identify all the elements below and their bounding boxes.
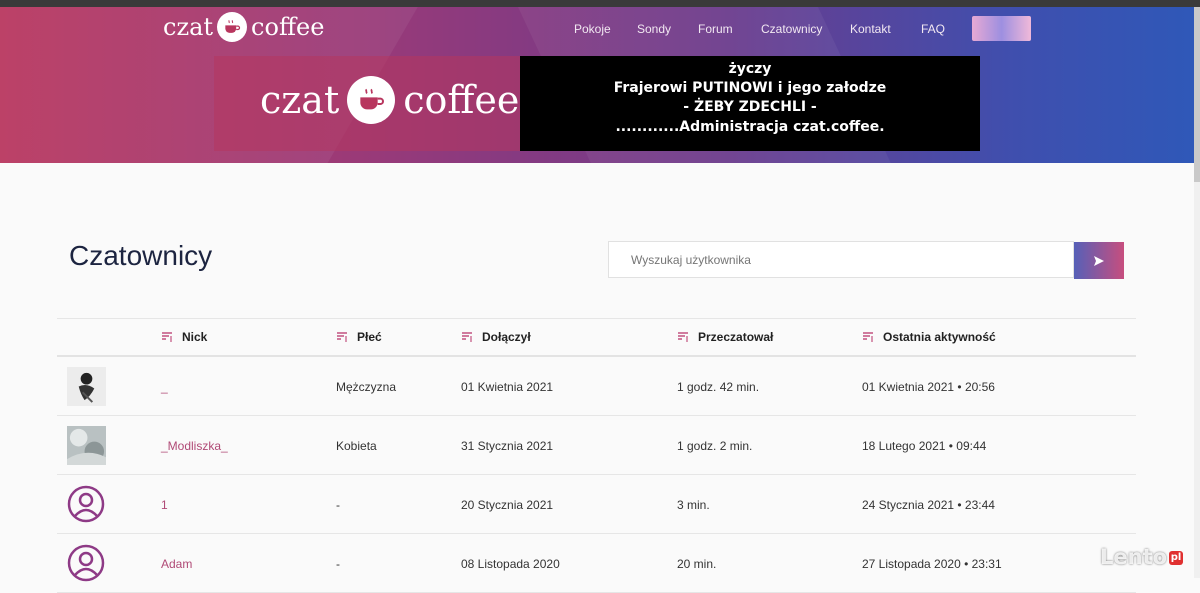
table-row: 1 - 20 Stycznia 2021 3 min. 24 Stycznia …: [57, 475, 1136, 534]
sort-icon: [678, 332, 688, 342]
users-table: Nick Płeć Dołączył Przeczatował Ostatnia…: [57, 318, 1136, 593]
user-joined: 01 Kwietnia 2021: [461, 380, 554, 394]
search-button[interactable]: [1074, 242, 1124, 279]
banner-logo-text-left: czat: [260, 78, 340, 122]
column-label: Przeczatował: [698, 330, 774, 344]
lento-watermark: Lento pl: [1100, 545, 1184, 569]
user-nick-link[interactable]: Adam: [161, 557, 192, 571]
watermark-text: Lento: [1100, 545, 1168, 569]
scrollbar-thumb[interactable]: [1194, 7, 1200, 182]
nav-item-sondy[interactable]: Sondy: [637, 22, 671, 36]
column-label: Dołączył: [482, 330, 531, 344]
user-last-active: 27 Listopada 2020 • 23:31: [862, 557, 1002, 571]
coffee-cup-icon: [347, 76, 396, 124]
column-header-last-active[interactable]: Ostatnia aktywność: [862, 330, 996, 344]
column-label: Nick: [182, 330, 208, 344]
top-strip: [0, 0, 1200, 7]
user-last-active: 18 Lutego 2021 • 09:44: [862, 439, 987, 453]
user-joined: 31 Stycznia 2021: [461, 439, 554, 453]
nav-item-pokoje[interactable]: Pokoje: [574, 22, 611, 36]
user-chat-time: 1 godz. 2 min.: [677, 439, 753, 453]
sort-icon: [462, 332, 472, 342]
user-chat-time: 1 godz. 42 min.: [677, 380, 760, 394]
user-gender: Mężczyzna: [336, 380, 397, 394]
sort-icon: [863, 332, 873, 342]
nav-item-faq[interactable]: FAQ: [921, 22, 945, 36]
table-row: _ Mężczyzna 01 Kwietnia 2021 1 godz. 42 …: [57, 357, 1136, 416]
table-row: Adam - 08 Listopada 2020 20 min. 27 List…: [57, 534, 1136, 593]
banner-message: życzy Frajerowi PUTINOWI i jego załodze …: [520, 56, 980, 151]
sort-icon: [337, 332, 347, 342]
banner-line: Frajerowi PUTINOWI i jego załodze: [613, 80, 887, 96]
sort-icon: [162, 332, 172, 342]
column-header-gender[interactable]: Płeć: [336, 330, 382, 344]
search-input[interactable]: [609, 242, 1073, 277]
banner-logo-text-right: coffee: [403, 78, 520, 122]
column-label: Płeć: [357, 330, 382, 344]
user-nick-link[interactable]: _: [161, 380, 168, 394]
banner-line: ............Administracja czat.coffee.: [615, 119, 885, 135]
send-arrow-icon: [1094, 255, 1104, 266]
user-nick-link[interactable]: 1: [161, 498, 168, 512]
column-header-chat-time[interactable]: Przeczatował: [677, 330, 773, 344]
user-joined: 08 Listopada 2020: [461, 557, 560, 571]
column-header-joined[interactable]: Dołączył: [461, 330, 531, 344]
user-joined: 20 Stycznia 2021: [461, 498, 554, 512]
column-label: Ostatnia aktywność: [883, 330, 996, 344]
page-scrollbar[interactable]: [1194, 7, 1200, 578]
watermark-badge: pl: [1169, 551, 1184, 565]
user-gender: -: [336, 498, 340, 512]
user-chat-time: 3 min.: [677, 498, 710, 512]
user-avatar-photo[interactable]: [67, 426, 106, 465]
table-row: _Modliszka_ Kobieta 31 Stycznia 2021 1 g…: [57, 416, 1136, 475]
banner-logo: czat coffee: [260, 76, 519, 124]
user-avatar-icon[interactable]: [67, 544, 105, 582]
banner-line: - ŻEBY ZDECHLI -: [683, 99, 817, 115]
nav-item-czatownicy[interactable]: Czatownicy: [761, 22, 822, 36]
user-menu-avatar[interactable]: [972, 16, 1031, 41]
user-last-active: 24 Stycznia 2021 • 23:44: [862, 498, 995, 512]
user-nick-link[interactable]: _Modliszka_: [161, 439, 228, 453]
user-avatar-icon[interactable]: [67, 485, 105, 523]
user-gender: -: [336, 557, 340, 571]
user-last-active: 01 Kwietnia 2021 • 20:56: [862, 380, 995, 394]
nav-item-kontakt[interactable]: Kontakt: [850, 22, 891, 36]
user-chat-time: 20 min.: [677, 557, 717, 571]
search-field: [608, 241, 1074, 278]
nav-item-forum[interactable]: Forum: [698, 22, 733, 36]
column-header-nick[interactable]: Nick: [161, 330, 207, 344]
user-gender: Kobieta: [336, 439, 377, 453]
user-avatar-photo[interactable]: [67, 367, 106, 406]
banner-line: życzy: [728, 61, 772, 77]
table-header: Nick Płeć Dołączył Przeczatował Ostatnia…: [57, 318, 1136, 357]
page-title: Czatownicy: [69, 240, 213, 271]
